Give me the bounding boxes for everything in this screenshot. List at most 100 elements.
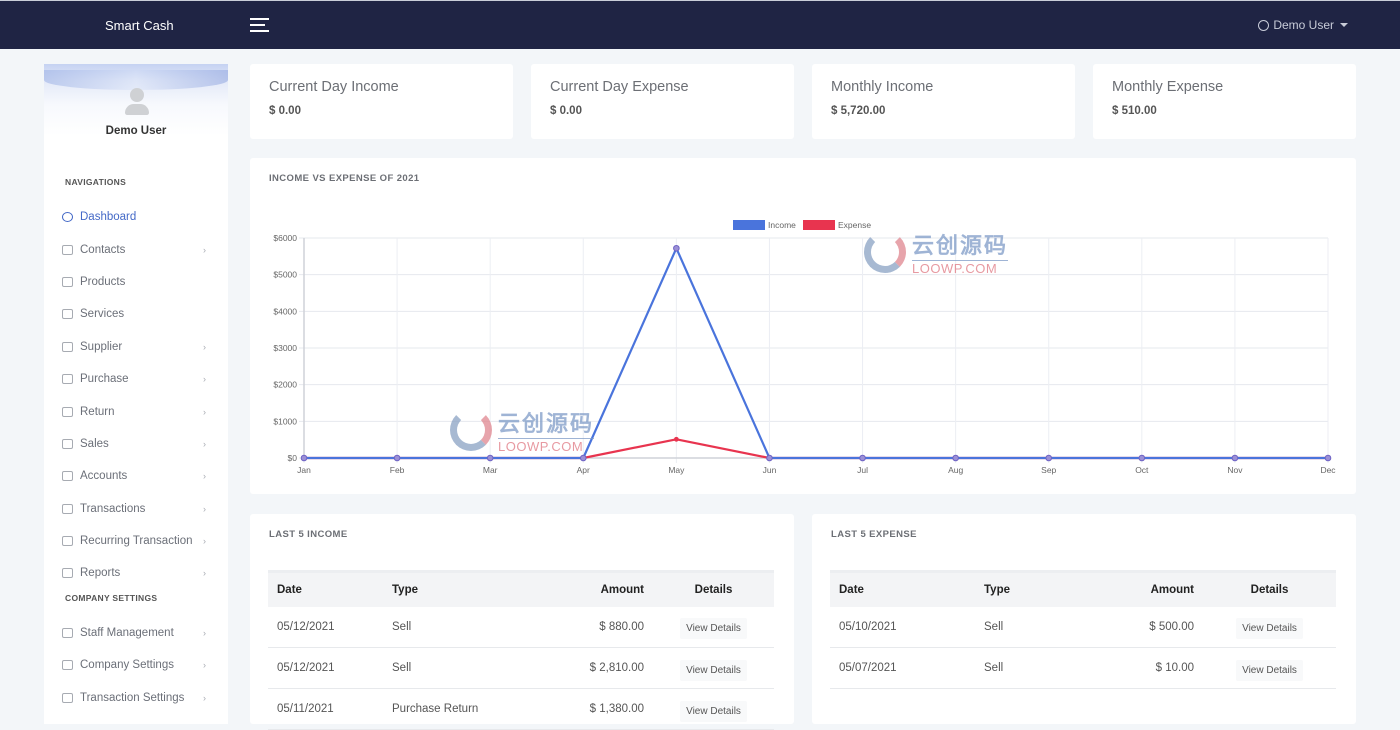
sidebar-item-label: Supplier [80, 340, 123, 353]
sliders-icon [62, 660, 73, 671]
view-details-button[interactable]: View Details [680, 618, 747, 640]
chevron-right-icon: › [203, 692, 206, 703]
legend-label: Expense [838, 220, 871, 230]
expense-table: Date Type Amount Details 05/10/2021 Sell $ … [830, 570, 1336, 689]
sidebar-item-purchase[interactable]: Purchase › [44, 363, 228, 395]
cell-amount: $ 1,380.00 [523, 688, 653, 730]
sidebar-item-transaction-settings[interactable]: Transaction Settings › [44, 681, 228, 713]
chevron-right-icon: › [203, 503, 206, 514]
sidebar-item-accounts[interactable]: Accounts › [44, 460, 228, 492]
sidebar-item-recurring-transaction[interactable]: Recurring Transaction › [44, 525, 228, 557]
transaction-settings-icon [62, 692, 73, 703]
stat-value: $ 0.00 [550, 105, 582, 117]
series-line-income [304, 247, 1328, 460]
sidebar-item-transactions[interactable]: Transactions › [44, 493, 228, 525]
sidebar: Demo User NAVIGATIONS Dashboard Contacts… [44, 64, 228, 724]
income-point [1138, 454, 1146, 462]
cell-date: 05/10/2021 [830, 606, 975, 648]
cell-type: Purchase Return [383, 688, 523, 730]
y-tick-label: $5000 [273, 270, 297, 280]
income-point [486, 454, 494, 462]
column-header: Type [984, 583, 1010, 596]
table-row: 05/11/2021 Purchase Return $ 1,380.00 Vi… [268, 688, 774, 730]
chevron-right-icon: › [203, 374, 206, 385]
sidebar-item-return[interactable]: Return › [44, 395, 228, 427]
sidebar-item-services[interactable]: Services [44, 298, 228, 330]
sidebar-item-sales[interactable]: Sales › [44, 428, 228, 460]
purchase-icon [62, 374, 73, 385]
sidebar-item-supplier[interactable]: Supplier › [44, 331, 228, 363]
sidebar-item-label: Purchase [80, 373, 129, 386]
sidebar-item-label: Recurring Transaction [80, 535, 193, 548]
sidebar-item-company-settings[interactable]: Company Settings › [44, 649, 228, 681]
stat-title: Current Day Expense [550, 79, 689, 95]
cell-type: Sell [975, 606, 1095, 648]
y-tick-label: $4000 [273, 306, 297, 316]
x-tick-label: Aug [948, 465, 963, 475]
staff-icon [62, 627, 73, 638]
income-table: Date Type Amount Details 05/12/2021 Sell $ … [268, 570, 774, 730]
table-row: 05/12/2021 Sell $ 880.00 View Details [268, 606, 774, 648]
sidebar-item-staff-management[interactable]: Staff Management › [44, 617, 228, 649]
column-header: Details [1250, 583, 1289, 596]
user-circle-icon [1258, 19, 1270, 31]
table-header-row: Date Type Amount Details [268, 571, 774, 607]
x-tick-label: Feb [390, 465, 405, 475]
income-point [766, 454, 773, 462]
sidebar-item-label: Sales [80, 437, 109, 450]
sidebar-item-products[interactable]: Products [44, 266, 228, 298]
reports-icon [62, 568, 73, 579]
view-details-button[interactable]: View Details [680, 659, 747, 681]
view-details-button[interactable]: View Details [1236, 618, 1303, 640]
y-tick-label: $1000 [273, 416, 297, 426]
accounts-icon [62, 471, 73, 482]
sidebar-item-dashboard[interactable]: Dashboard [44, 201, 228, 233]
sidebar-item-label: Contacts [80, 243, 126, 256]
menu-toggle-icon[interactable] [250, 18, 269, 32]
stat-card: Current Day Income $ 0.00 [250, 64, 513, 139]
cell-amount: $ 2,810.00 [523, 647, 653, 689]
top-navbar: Smart Cash Demo User [0, 0, 1400, 49]
stat-card: Monthly Income $ 5,720.00 [812, 64, 1075, 139]
stat-title: Monthly Income [831, 79, 934, 95]
x-tick-label: Dec [1320, 465, 1336, 475]
chevron-right-icon: › [203, 471, 206, 482]
last-income-title: LAST 5 INCOME [269, 529, 348, 540]
legend-swatch-income [733, 220, 765, 230]
user-menu-dropdown[interactable]: Demo User [1258, 18, 1348, 32]
stat-title: Monthly Expense [1112, 79, 1224, 95]
view-details-button[interactable]: View Details [1236, 659, 1303, 681]
cell-amount: $ 10.00 [1095, 647, 1203, 689]
x-tick-label: Sep [1041, 465, 1056, 475]
chevron-right-icon: › [203, 438, 206, 449]
last-expense-title: LAST 5 EXPENSE [831, 529, 917, 540]
income-point [673, 244, 680, 252]
income-point [1045, 454, 1053, 462]
income-point [1231, 454, 1239, 462]
sidebar-item-label: Accounts [80, 470, 128, 483]
return-icon [62, 406, 73, 417]
chevron-right-icon: › [203, 406, 206, 417]
expense-point [673, 436, 679, 442]
sidebar-item-label: Dashboard [80, 211, 137, 224]
column-header: Amount [600, 583, 644, 596]
chevron-right-icon: › [203, 341, 206, 352]
x-tick-label: Jun [763, 465, 777, 475]
chevron-right-icon: › [203, 660, 206, 671]
view-details-button[interactable]: View Details [680, 700, 747, 722]
income-point [1324, 454, 1332, 462]
sidebar-item-reports[interactable]: Reports › [44, 557, 228, 589]
chevron-right-icon: › [203, 627, 206, 638]
sidebar-item-label: Return [80, 405, 115, 418]
cell-date: 05/11/2021 [268, 688, 383, 730]
brand-name[interactable]: Smart Cash [105, 18, 174, 33]
sidebar-item-label: Company Settings [80, 659, 174, 672]
income-expense-chart-card: INCOME VS EXPENSE OF 2021 $0 $1000 $2000 $3… [250, 158, 1356, 494]
sidebar-item-contacts[interactable]: Contacts › [44, 233, 228, 265]
x-tick-label: Oct [1135, 465, 1149, 475]
x-tick-label: Apr [577, 465, 590, 475]
sidebar-item-label: Products [80, 275, 126, 288]
last-expense-card: LAST 5 EXPENSE Date Type Amount Details 05/… [812, 514, 1356, 724]
x-tick-label: Jan [297, 465, 311, 475]
income-point [393, 454, 401, 462]
